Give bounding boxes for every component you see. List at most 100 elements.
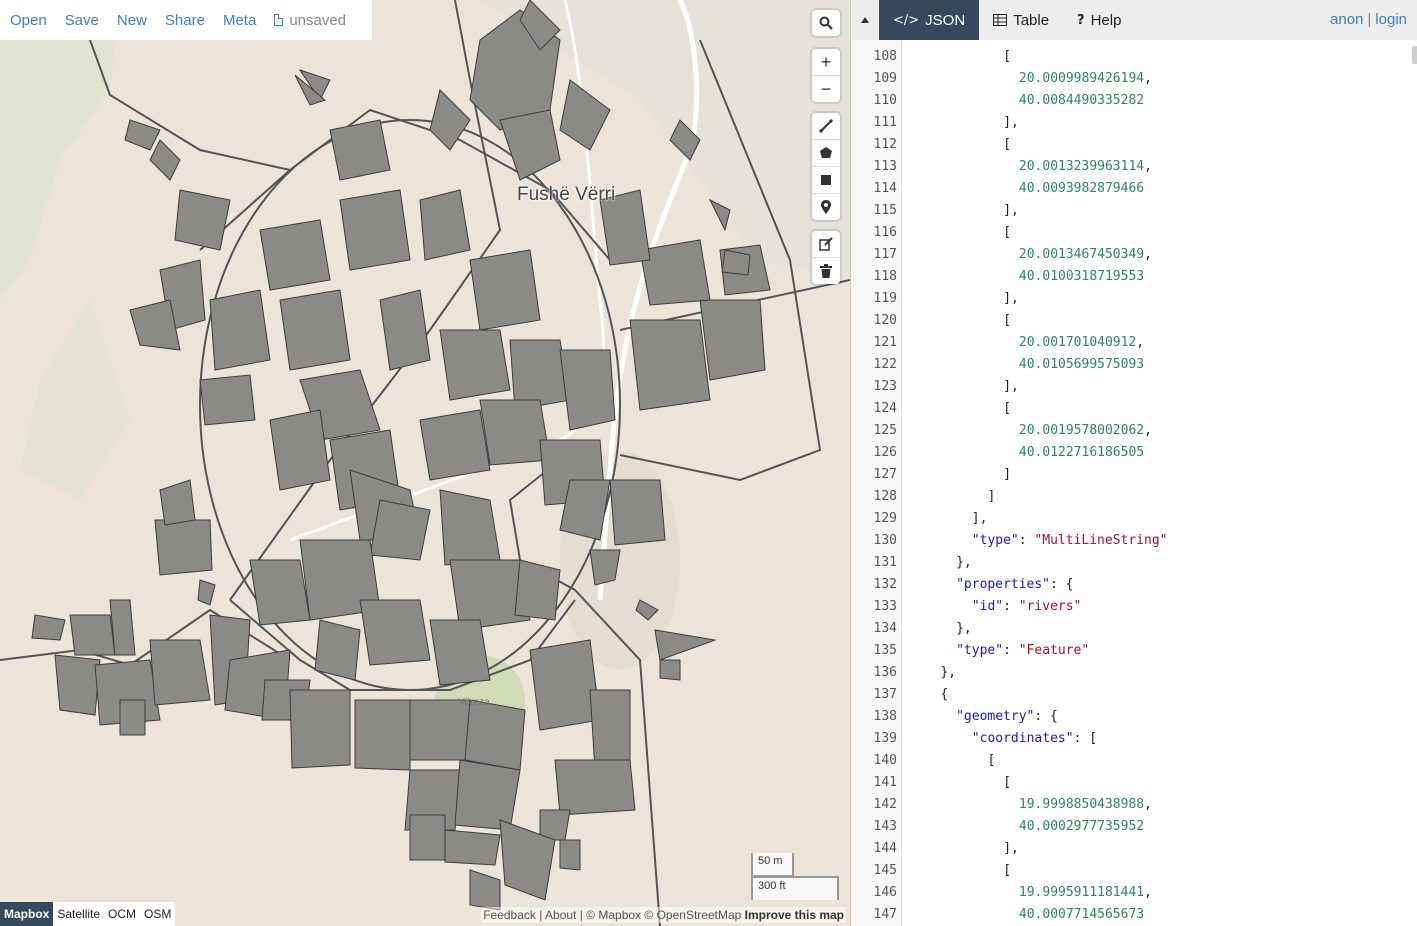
user-separator: | [1367,11,1372,28]
code-line: [ [1003,313,1012,328]
editor-scrollbar[interactable] [1412,46,1417,64]
draw-line-button[interactable] [812,113,840,139]
map-basemap[interactable] [0,0,850,926]
mapbox-credit[interactable]: © Mapbox [586,908,641,922]
login-link[interactable]: login [1375,11,1407,28]
collapse-button[interactable] [851,0,879,40]
map-canvas[interactable]: Fushë Vërri Vëreza Open Save New Share M… [0,0,850,926]
code-line: ], [971,511,988,526]
code-line: "id": "rivers" [971,599,1082,614]
line-number: 132 [873,577,897,592]
json-editor[interactable]: 108 [109 20.0009989426194, 110 40.0084490335… [851,40,1417,926]
code-line: ], [1003,291,1019,306]
code-line: ], [1003,841,1019,856]
edit-button[interactable] [812,231,840,257]
code-icon: </> [893,12,920,28]
tab-help[interactable]: ? Help [1063,0,1135,40]
place-label: Fushë Vërri [517,184,616,205]
code-line: 40.0002977735952 [1018,819,1145,834]
top-menu: Open Save New Share Meta unsaved [0,0,372,40]
attribution: Feedback | About | © Mapbox © OpenStreet… [481,907,846,923]
layer-osm[interactable]: OSM [140,902,175,926]
code-line: 19.9998850438988, [1018,797,1152,812]
edit-icon [819,237,833,251]
osm-credit[interactable]: © OpenStreetMap [644,908,741,922]
line-number: 138 [873,709,897,724]
line-number: 135 [873,643,897,658]
line-number: 122 [873,357,897,372]
code-line: "coordinates": [ [971,731,1098,746]
tab-help-label: Help [1090,11,1122,29]
about-link[interactable]: About [545,908,576,922]
draw-polygon-button[interactable] [812,139,840,166]
line-number: 127 [873,467,897,482]
line-number: 123 [873,379,897,394]
code-line: 20.001701040912, [1018,335,1145,350]
tab-json-label: JSON [925,11,966,29]
line-number: 145 [873,863,897,878]
draw-rectangle-button[interactable] [812,166,840,193]
pane-tabs: </> JSON Table ? Help anon | login [851,0,1417,40]
anon-link[interactable]: anon [1330,11,1363,28]
line-number: 110 [873,93,897,108]
code-line: 40.0122716186505 [1018,445,1145,460]
tab-table[interactable]: Table [979,0,1063,40]
line-number: 142 [873,797,897,812]
layer-ocm[interactable]: OCM [104,902,140,926]
code-line: 40.0007714565673 [1018,907,1145,922]
zoom-in-button[interactable]: + [812,49,840,75]
line-number: 125 [873,423,897,438]
line-icon [819,119,833,133]
code-line: "properties": { [956,577,1074,592]
layer-mapbox[interactable]: Mapbox [0,902,54,926]
menu-new[interactable]: New [108,12,156,29]
search-icon [819,16,833,30]
line-number: 108 [873,49,897,64]
menu-save[interactable]: Save [56,12,108,29]
app-window: Fushë Vërri Vëreza Open Save New Share M… [0,0,1417,926]
menu-share[interactable]: Share [156,12,214,29]
search-button[interactable] [812,10,840,36]
line-number: 134 [873,621,897,636]
line-number: 120 [873,313,897,328]
line-number: 119 [873,291,897,306]
line-number: 140 [873,753,897,768]
line-number: 115 [873,203,897,218]
code-line: ], [1003,203,1019,218]
code-line: 40.0093982879466 [1018,181,1145,196]
zoom-out-button[interactable]: − [812,75,840,102]
caret-up-icon [861,17,869,23]
feedback-link[interactable]: Feedback [483,908,536,922]
draw-marker-button[interactable] [812,193,840,220]
table-icon [993,14,1008,26]
line-number: 128 [873,489,897,504]
line-number: 114 [873,181,897,196]
line-number: 113 [873,159,897,174]
zoom-control: + − [812,49,840,102]
code-line: }, [956,621,972,636]
line-number: 143 [873,819,897,834]
draw-control [812,113,840,220]
code-line: { [940,687,949,702]
code-line: [ [1003,225,1012,240]
code-line: [ [1003,137,1012,152]
code-line: 20.0019578002062, [1018,423,1152,438]
line-number: 124 [873,401,897,416]
menu-open[interactable]: Open [0,12,56,29]
trash-icon [820,264,832,278]
code-line: ] [1003,467,1012,482]
file-state[interactable]: unsaved [265,12,355,29]
tab-json[interactable]: </> JSON [879,0,980,40]
improve-map-link[interactable]: Improve this map [745,908,844,922]
code-line: [ [1003,863,1012,878]
code-line: "type": "MultiLineString" [971,533,1168,548]
layer-satellite[interactable]: Satellite [53,902,104,926]
line-number: 111 [873,115,897,130]
line-number: 131 [873,555,897,570]
marker-icon [821,200,831,214]
menu-meta[interactable]: Meta [214,12,265,29]
line-number: 126 [873,445,897,460]
code-line: [ [987,753,996,768]
delete-button[interactable] [812,257,840,284]
question-icon: ? [1077,12,1085,28]
